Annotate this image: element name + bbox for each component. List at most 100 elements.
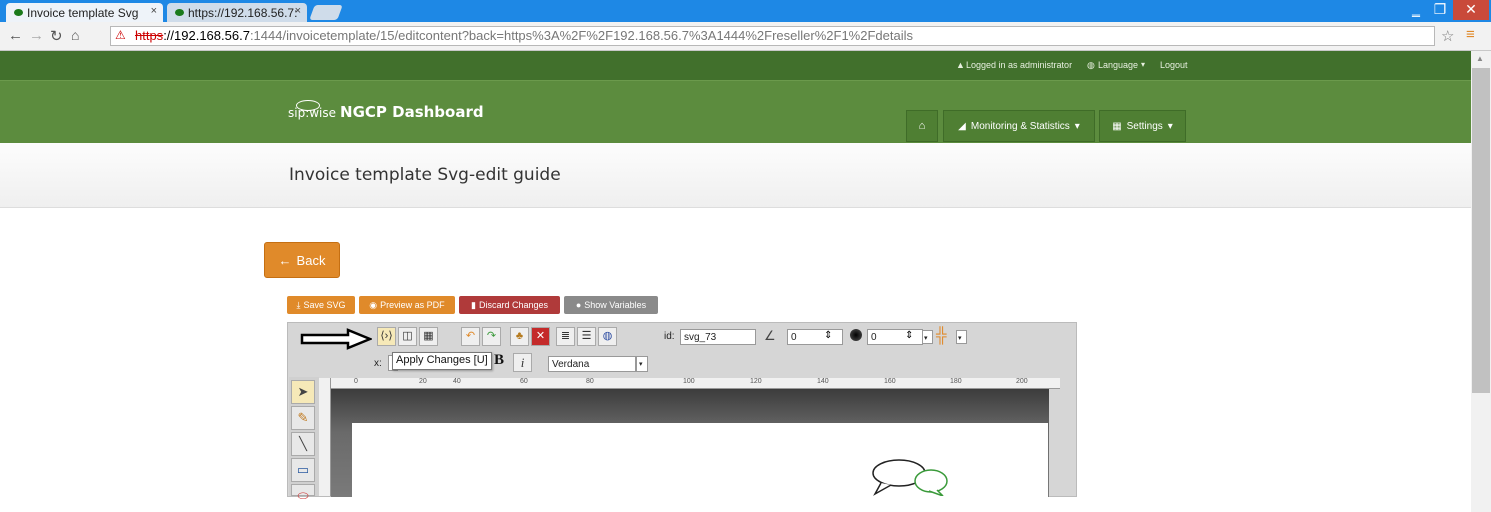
apply-changes-button[interactable]: ⟨›⟩ [377, 327, 396, 346]
close-tab-icon[interactable]: × [295, 5, 301, 17]
rectangle-icon: ▭ [296, 462, 310, 477]
undo-button[interactable]: ↶ [461, 327, 480, 346]
align-icon[interactable]: ╬ [936, 327, 947, 344]
bold-button[interactable]: B [494, 352, 504, 369]
show-variables-button[interactable]: ● Show Variables [564, 296, 658, 314]
id-input[interactable]: svg_73 [680, 329, 756, 345]
ruler-label: 100 [683, 378, 695, 385]
wireframe-icon: ◫ [402, 330, 413, 342]
stepper-icon[interactable]: ⇕ [905, 330, 913, 341]
stamp-icon: ♣ [515, 330, 524, 342]
ruler-label: 20 [419, 378, 427, 385]
minimize-icon[interactable]: ‗ [1405, 0, 1427, 20]
tab-label: https://192.168.56.7: [188, 5, 298, 20]
bookmark-star-icon[interactable]: ☆ [1441, 27, 1454, 45]
arrow-left-icon: ← [278, 252, 292, 268]
header [0, 80, 1471, 144]
settings-menu[interactable]: ▦ Settings ▾ [1099, 110, 1186, 142]
move-top-icon: ≣ [560, 330, 571, 342]
undo-icon: ↶ [465, 330, 476, 342]
top-bar [0, 51, 1471, 80]
link-button[interactable]: ◍ [598, 327, 617, 346]
ruler-label: 140 [817, 378, 829, 385]
favicon-icon [14, 9, 23, 16]
logo[interactable]: sip:wise NGCP Dashboard [288, 103, 484, 121]
ruler-label: 40 [453, 378, 461, 385]
blur-icon [850, 329, 862, 341]
select-tool[interactable]: ➤ [291, 380, 315, 404]
preview-pdf-button[interactable]: ◉ Preview as PDF [359, 296, 455, 314]
home-icon[interactable]: ⌂ [71, 27, 79, 43]
speech-bubbles-logo-icon [872, 459, 948, 496]
id-label: id: [664, 331, 675, 342]
monitoring-statistics-menu[interactable]: ◢ Monitoring & Statistics ▾ [943, 110, 1095, 142]
chevron-down-icon[interactable]: ▾ [956, 330, 967, 344]
forward-arrow-icon[interactable]: → [29, 27, 44, 44]
chevron-down-icon: ▾ [1141, 60, 1146, 69]
line-tool[interactable]: ╲ [291, 432, 315, 456]
maximize-icon[interactable]: ❐ [1429, 0, 1451, 20]
left-ruler [319, 378, 331, 496]
new-tab-button[interactable] [309, 5, 343, 20]
insecure-lock-icon[interactable]: ⚠ [115, 28, 126, 42]
tab-invoice-template[interactable]: Invoice template Svg × [6, 3, 163, 22]
url-host: ://192.168.56.7 [163, 28, 250, 43]
globe-icon: ◍ [602, 330, 613, 342]
save-svg-button[interactable]: ⤓ Save SVG [287, 296, 355, 314]
close-tab-icon[interactable]: × [151, 5, 157, 17]
home-nav-button[interactable]: ⌂ [906, 110, 938, 142]
logo-brand: sip:wise [288, 106, 337, 120]
chevron-down-icon[interactable]: ▾ [636, 356, 648, 372]
user-icon: ▲ [956, 60, 965, 70]
url-field[interactable]: https://192.168.56.7:1444/invoicetemplat… [110, 26, 1435, 46]
back-arrow-icon[interactable]: ← [8, 27, 23, 44]
italic-label: i [520, 355, 525, 370]
discard-changes-button[interactable]: ▮ Discard Changes [459, 296, 560, 314]
menu-icon[interactable]: ≡ [1466, 26, 1475, 43]
scroll-thumb[interactable] [1472, 68, 1490, 393]
preview-label: Preview as PDF [380, 300, 445, 310]
url-scheme: https [135, 28, 164, 43]
eye-icon: ◉ [369, 299, 378, 310]
back-button[interactable]: ← Back [264, 242, 340, 278]
redo-button[interactable]: ↷ [482, 327, 501, 346]
pencil-tool[interactable]: ✎ [291, 406, 315, 430]
move-bottom-button[interactable]: ☰ [577, 327, 596, 346]
close-window-icon[interactable]: ✕ [1453, 0, 1489, 20]
stepper-icon[interactable]: ⇕ [824, 330, 832, 341]
chevron-down-icon[interactable]: ▾ [922, 330, 933, 344]
delete-icon: ✕ [535, 330, 546, 342]
logout-link[interactable]: Logout [1160, 60, 1188, 70]
tab-label: Invoice template Svg [27, 5, 139, 20]
clone-button[interactable]: ♣ [510, 327, 529, 346]
globe-icon: ◍ [1087, 60, 1095, 70]
move-top-button[interactable]: ≣ [556, 327, 575, 346]
app-title: NGCP Dashboard [340, 103, 484, 121]
reload-icon[interactable]: ↻ [50, 27, 63, 45]
back-label: Back [296, 252, 326, 268]
chevron-down-icon: ▾ [1167, 120, 1173, 132]
trash-icon: ▮ [471, 299, 476, 310]
line-icon: ╲ [299, 436, 307, 451]
save-label: Save SVG [303, 300, 346, 310]
language-menu[interactable]: Language [1098, 60, 1138, 70]
tab-https[interactable]: https://192.168.56.7: × [167, 3, 307, 22]
scroll-up-icon[interactable]: ▲ [1476, 54, 1484, 63]
delete-button[interactable]: ✕ [531, 327, 550, 346]
apply-changes-tooltip: Apply Changes [U] [392, 352, 492, 370]
wireframe-button[interactable]: ◫ [398, 327, 417, 346]
italic-button[interactable]: i [513, 353, 532, 372]
font-family-select[interactable]: Verdana [548, 356, 636, 372]
svg-source-icon: ⟨›⟩ [380, 330, 393, 342]
angle-icon: ∠ [764, 328, 776, 343]
title-bar [0, 143, 1471, 208]
pencil-icon: ✎ [297, 410, 309, 425]
ellipse-tool[interactable]: ⬭ [291, 484, 315, 503]
blur-input[interactable]: 0 [867, 329, 923, 345]
grid-icon: ▦ [423, 330, 434, 342]
move-bottom-icon: ☰ [581, 330, 592, 342]
rect-tool[interactable]: ▭ [291, 458, 315, 482]
grid-button[interactable]: ▦ [419, 327, 438, 346]
download-icon: ⤓ [296, 299, 301, 310]
angle-input[interactable]: 0 [787, 329, 843, 345]
